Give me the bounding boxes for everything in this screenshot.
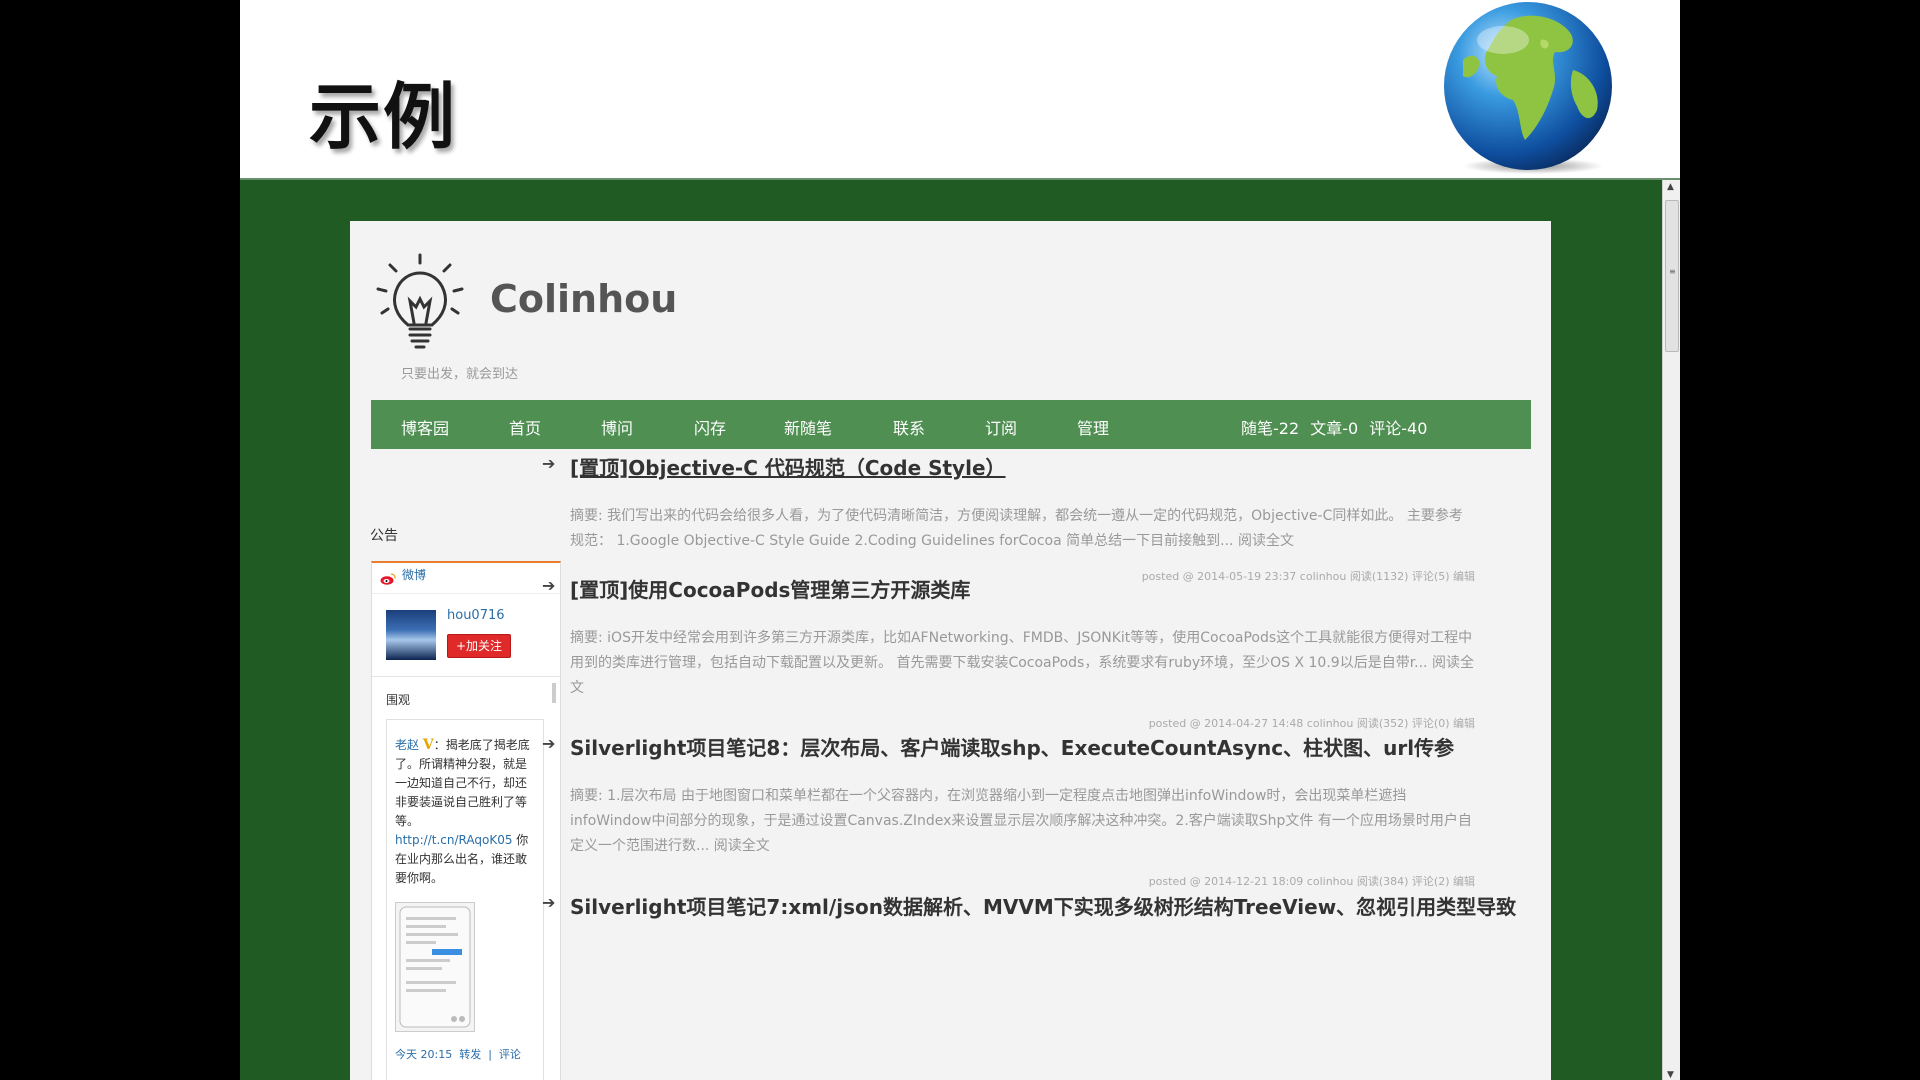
post-title-link[interactable]: [置顶]Objective-C 代码规范（Code Style） <box>570 454 1530 482</box>
feed-heading: 围观 <box>386 693 411 707</box>
nav-item-cnblogs[interactable]: 博客园 <box>401 415 449 439</box>
post-item: ➔ [置顶]使用CocoaPods管理第三方开源类库 摘要: iOS开发中经常会… <box>542 576 1530 731</box>
blog-subtitle: 只要出发，就会到达 <box>401 367 519 382</box>
post-title-link[interactable]: Silverlight项目笔记8：层次布局、客户端读取shp、ExecuteCo… <box>570 734 1530 762</box>
nav-bar: 博客园 首页 博问 闪存 新随笔 联系 订阅 管理 随笔-22 文章-0 评论-… <box>371 400 1531 449</box>
weibo-widget: 微博 hou0716 +加关注 围观 老赵 V：揭老底了揭老底了。所谓精神分裂，… <box>371 561 561 1080</box>
nav-item-flash[interactable]: 闪存 <box>694 415 726 439</box>
feed-post-footer: 今天 20:15 转发 | 评论 <box>395 1048 521 1061</box>
scroll-up-arrow-icon[interactable]: ▲ <box>1667 182 1674 192</box>
post-summary: 摘要: iOS开发中经常会用到许多第三方开源类库，比如AFNetworking、… <box>570 630 1474 696</box>
weibo-profile: hou0716 +加关注 <box>372 593 560 676</box>
feed-repost-link[interactable]: 转发 <box>459 1048 481 1061</box>
scroll-down-arrow-icon[interactable]: ▼ <box>1667 1070 1674 1080</box>
slide: 示例 ▲ ≡ ▼ Colinhou 只要出发，就会到达 博客园 首页 博问 闪存… <box>240 0 1680 1080</box>
arrow-right-icon: ➔ <box>542 734 556 753</box>
post-item: ➔ [置顶]Objective-C 代码规范（Code Style） 摘要: 我… <box>542 454 1530 584</box>
feed-post-image[interactable] <box>395 902 475 1032</box>
post-item: ➔ Silverlight项目笔记7:xml/json数据解析、MVVM下实现多… <box>542 893 1530 921</box>
post-summary: 摘要: 1.层次布局 由于地图窗口和菜单栏都在一个父容器内，在浏览器缩小到一定程… <box>570 788 1472 854</box>
weibo-feed: 围观 老赵 V：揭老底了揭老底了。所谓精神分裂，就是一边知道自己不行，却还非要装… <box>372 676 560 1080</box>
weibo-label[interactable]: 微博 <box>402 566 426 583</box>
nav-item-manage[interactable]: 管理 <box>1077 415 1109 439</box>
blog-page: Colinhou 只要出发，就会到达 博客园 首页 博问 闪存 新随笔 联系 订… <box>350 221 1551 1080</box>
notice-heading: 公告 <box>370 528 398 544</box>
arrow-right-icon: ➔ <box>542 576 556 595</box>
post-title-link[interactable]: Silverlight项目笔记7:xml/json数据解析、MVVM下实现多级树… <box>570 893 1530 921</box>
nav-item-subscribe[interactable]: 订阅 <box>985 415 1017 439</box>
post-item: ➔ Silverlight项目笔记8：层次布局、客户端读取shp、Execute… <box>542 734 1530 889</box>
nav-item-home[interactable]: 首页 <box>509 415 541 439</box>
follow-button[interactable]: +加关注 <box>447 634 511 658</box>
avatar[interactable] <box>386 610 436 660</box>
grip-icon: ≡ <box>1669 267 1676 276</box>
nav-item-questions[interactable]: 博问 <box>601 415 633 439</box>
verified-v-icon: V <box>422 737 434 753</box>
vertical-scrollbar[interactable]: ▲ ≡ ▼ <box>1662 180 1680 1080</box>
feed-post: 老赵 V：揭老底了揭老底了。所谓精神分裂，就是一边知道自己不行，却还非要装逼说自… <box>386 719 544 1080</box>
arrow-right-icon: ➔ <box>542 893 556 912</box>
slide-title: 示例 <box>309 75 458 159</box>
post-meta: posted @ 2014-12-21 18:09 colinhou 阅读(38… <box>1148 875 1475 888</box>
post-meta: posted @ 2014-04-27 14:48 colinhou 阅读(35… <box>1148 717 1475 730</box>
lightbulb-logo-icon <box>376 253 464 349</box>
feed-post-link[interactable]: http://t.cn/RAqoK05 <box>395 833 512 847</box>
weibo-username[interactable]: hou0716 <box>447 608 505 623</box>
nav-item-new-post[interactable]: 新随笔 <box>784 415 832 439</box>
feed-post-user[interactable]: 老赵 <box>395 738 419 752</box>
weibo-header: 微博 <box>372 563 560 593</box>
blog-stats: 随笔-22 文章-0 评论-40 <box>1241 419 1428 438</box>
nav-item-contact[interactable]: 联系 <box>893 415 925 439</box>
post-title-link[interactable]: [置顶]使用CocoaPods管理第三方开源类库 <box>570 576 1530 604</box>
scroll-thumb[interactable]: ≡ <box>1665 200 1679 352</box>
browser-viewport: ▲ ≡ ▼ Colinhou 只要出发，就会到达 博客园 首页 博问 闪存 新随… <box>240 178 1680 1080</box>
post-summary: 摘要: 我们写出来的代码会给很多人看，为了使代码清晰简洁，方便阅读理解，都会统一… <box>570 508 1463 549</box>
weibo-icon[interactable] <box>380 573 396 585</box>
blog-title[interactable]: Colinhou <box>490 277 677 321</box>
feed-comment-link[interactable]: 评论 <box>499 1048 521 1061</box>
feed-scrollbar[interactable] <box>552 683 556 703</box>
feed-post-text: 老赵 V：揭老底了揭老底了。所谓精神分裂，就是一边知道自己不行，却还非要装逼说自… <box>395 736 535 888</box>
feed-post-time: 今天 20:15 <box>395 1048 453 1061</box>
arrow-right-icon: ➔ <box>542 454 556 473</box>
globe-icon <box>1444 2 1612 174</box>
